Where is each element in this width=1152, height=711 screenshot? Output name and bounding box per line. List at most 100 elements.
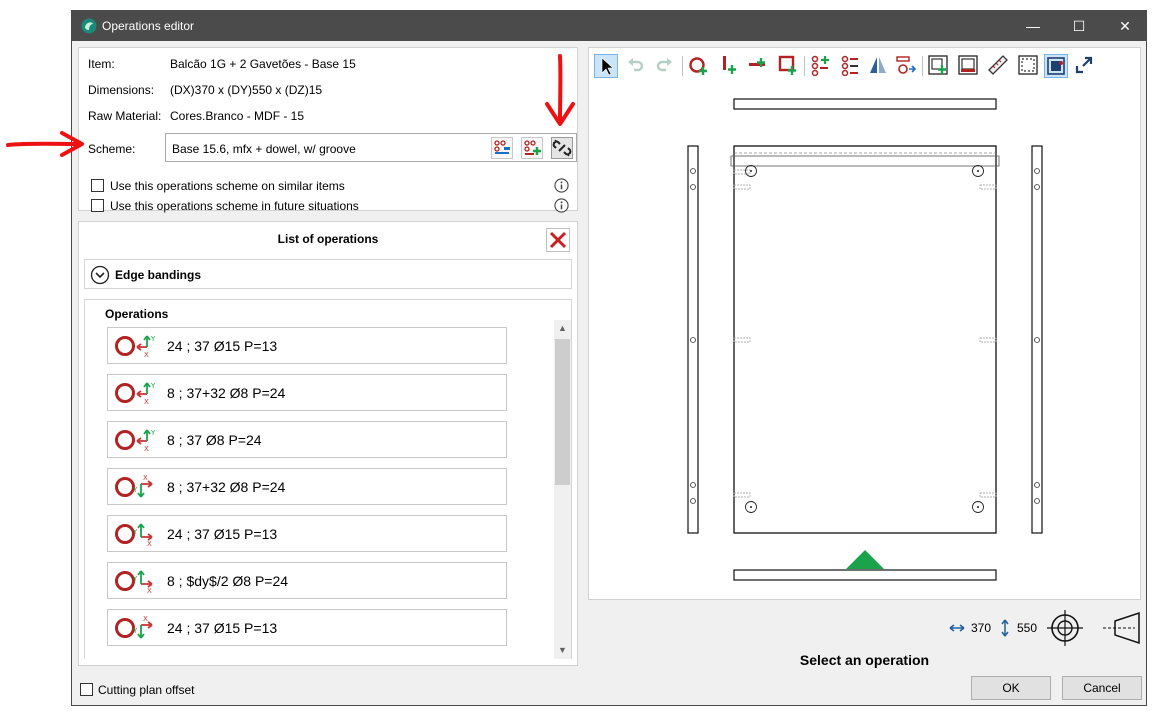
edge-bandings-section[interactable]: Edge bandings <box>84 259 572 289</box>
operations-section: Operations Y X 24 ; 37 Ø15 P=13 Y X 8 ; … <box>84 299 572 659</box>
future-situations-label: Use this operations scheme in future sit… <box>110 199 359 213</box>
svg-text:X: X <box>144 351 149 359</box>
panel-view-icon <box>1047 57 1065 75</box>
future-situations-checkbox[interactable] <box>91 199 104 212</box>
target-icon[interactable] <box>1046 609 1084 647</box>
main-panel-face <box>733 145 997 534</box>
scheme-settings-icon <box>494 140 510 154</box>
dashed-frame-button[interactable] <box>1017 54 1041 78</box>
collapse-arrows-icon <box>1075 56 1093 74</box>
svg-text:Y: Y <box>132 627 138 635</box>
scheme-value: Base 15.6, mfx + dowel, w/ groove <box>172 142 356 156</box>
scheme-label: Scheme: <box>88 142 136 156</box>
operations-label: Operations <box>105 307 169 321</box>
hole-pattern-add-icon <box>811 55 829 77</box>
similar-items-info-icon[interactable] <box>554 178 569 193</box>
add-horizontal-groove-button[interactable] <box>747 54 771 78</box>
operation-text: 8 ; 37+32 Ø8 P=24 <box>167 385 286 401</box>
add-panel-operation-button[interactable] <box>927 54 951 78</box>
mirror-button[interactable] <box>867 54 891 78</box>
details-panel: Item: Balcão 1G + 2 Gavetões - Base 15 D… <box>78 47 578 213</box>
scroll-up-icon[interactable]: ▲ <box>554 320 571 337</box>
cursor-arrow-icon <box>601 57 614 76</box>
scheme-options-button[interactable] <box>491 137 513 159</box>
raw-material-value: Cores.Branco - MDF - 15 <box>170 109 305 123</box>
svg-text:Y: Y <box>132 528 138 536</box>
operations-list-panel: List of operations Edge bandings Operati… <box>78 221 578 666</box>
redo-icon <box>656 58 672 72</box>
cancel-button[interactable]: Cancel <box>1062 676 1142 700</box>
svg-text:X: X <box>147 540 152 547</box>
height-arrow-icon <box>1001 619 1009 637</box>
add-hole-button[interactable] <box>687 54 711 78</box>
ok-button[interactable]: OK <box>971 676 1051 700</box>
operation-item[interactable]: Y X 24 ; 37 Ø15 P=13 <box>107 327 507 364</box>
operation-item[interactable]: Y X 8 ; 37 Ø8 P=24 <box>107 421 507 458</box>
toolbar-separator <box>922 56 923 76</box>
operation-text: 24 ; 37 Ø15 P=13 <box>167 620 278 636</box>
svg-text:Y: Y <box>150 335 156 343</box>
transfer-operations-icon <box>896 56 917 74</box>
add-scheme-button[interactable] <box>521 137 543 159</box>
scheme-selector[interactable]: Base 15.6, mfx + dowel, w/ groove <box>165 133 577 162</box>
svg-text:Y: Y <box>132 575 138 583</box>
scroll-down-icon[interactable]: ▼ <box>554 642 571 659</box>
dimensions-label: Dimensions: <box>88 83 155 97</box>
svg-text:X: X <box>143 615 148 623</box>
hole-arrow-down-right-icon: Y X <box>115 615 153 639</box>
operations-editor-window: Operations editor — ☐ ✕ Item: Balcão 1G … <box>71 10 1147 706</box>
operation-text: 24 ; 37 Ø15 P=13 <box>167 338 278 354</box>
operation-text: 8 ; $dy$/2 Ø8 P=24 <box>167 573 289 589</box>
annotation-arrow-right-icon <box>6 131 84 157</box>
broken-link-icon <box>552 139 572 157</box>
add-vertical-groove-icon <box>723 56 736 74</box>
collapse-view-button[interactable] <box>1073 54 1097 78</box>
operation-item[interactable]: Y X 8 ; 37+32 Ø8 P=24 <box>107 374 507 411</box>
app-logo-icon <box>81 18 97 34</box>
undo-button[interactable] <box>624 54 648 78</box>
add-horizontal-groove-icon <box>749 58 765 67</box>
right-edge-view <box>1031 145 1043 534</box>
status-message: Select an operation <box>799 652 930 668</box>
minimize-button[interactable]: — <box>1010 11 1056 41</box>
clear-operations-button[interactable] <box>546 228 570 252</box>
item-value: Balcão 1G + 2 Gavetões - Base 15 <box>170 57 356 71</box>
scroll-thumb[interactable] <box>555 339 570 485</box>
left-edge-view <box>687 145 699 534</box>
annotation-arrow-down-icon <box>545 54 575 126</box>
cutting-plan-offset-label: Cutting plan offset <box>98 683 195 697</box>
operation-item[interactable]: Y X 24 ; 37 Ø15 P=13 <box>107 609 507 646</box>
svg-text:X: X <box>144 445 149 453</box>
transfer-operations-button[interactable] <box>895 54 919 78</box>
select-tool-button[interactable] <box>594 54 618 78</box>
unlink-scheme-button[interactable] <box>551 137 573 159</box>
add-pocket-button[interactable] <box>777 54 801 78</box>
raw-material-label: Raw Material: <box>88 109 162 123</box>
operation-item[interactable]: Y X 8 ; 37+32 Ø8 P=24 <box>107 468 507 505</box>
operation-item[interactable]: Y X 8 ; $dy$/2 Ø8 P=24 <box>107 562 507 599</box>
hole-arrow-up-left-icon: Y X <box>115 335 156 359</box>
panel-contour-button[interactable] <box>957 54 981 78</box>
operation-item[interactable]: Y X 24 ; 37 Ø15 P=13 <box>107 515 507 552</box>
ruler-icon <box>988 55 1008 75</box>
item-label: Item: <box>88 57 115 71</box>
red-x-icon <box>549 231 567 249</box>
toolbar-separator <box>682 56 683 76</box>
similar-items-checkbox[interactable] <box>91 179 104 192</box>
similar-items-label: Use this operations scheme on similar it… <box>110 179 345 193</box>
toggle-view-button[interactable] <box>1044 54 1068 78</box>
redo-button[interactable] <box>654 54 678 78</box>
future-situations-info-icon[interactable] <box>554 198 569 213</box>
measure-button[interactable] <box>987 54 1011 78</box>
hole-pattern-list-button[interactable] <box>839 54 863 78</box>
add-vertical-groove-button[interactable] <box>717 54 741 78</box>
add-hole-pattern-button[interactable] <box>809 54 833 78</box>
maximize-button[interactable]: ☐ <box>1056 11 1102 41</box>
svg-text:X: X <box>143 474 148 482</box>
operations-scrollbar[interactable]: ▲ ▼ <box>554 320 571 659</box>
hole-pattern-list-icon <box>841 55 858 77</box>
width-value: 370 <box>971 621 992 635</box>
close-window-button[interactable]: ✕ <box>1102 11 1148 41</box>
perspective-view-icon[interactable] <box>1101 611 1143 645</box>
cutting-plan-offset-checkbox[interactable] <box>80 683 93 696</box>
